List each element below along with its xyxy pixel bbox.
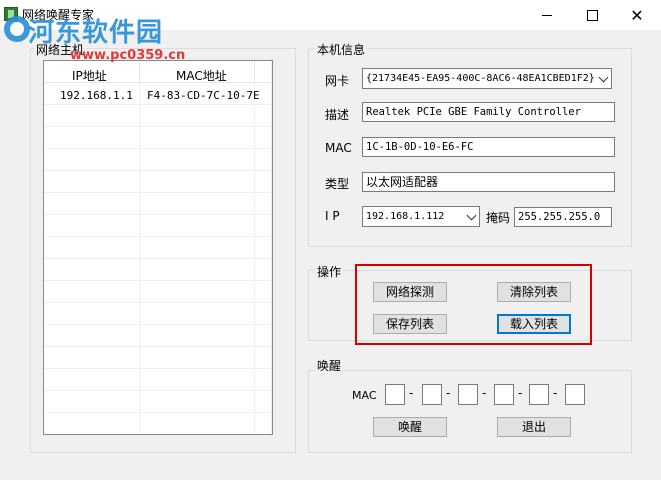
grid-cell [44,259,140,281]
grid-cell [140,171,255,193]
mac-separator: - [482,386,487,400]
mac-field[interactable]: 1C-1B-0D-10-E6-FC [362,137,615,157]
chevron-down-icon [466,210,477,221]
grid-cell [255,347,272,369]
ip-value: 192.168.1.112 [366,211,445,222]
grid-cell [255,171,272,193]
mac-octet-2-input[interactable] [422,384,442,405]
grid-cell [44,369,140,391]
mac-separator: - [409,386,414,400]
grid-cell [140,347,255,369]
grid-cell [44,237,140,259]
mask-label: 掩码 [486,211,511,225]
mac-octet-6-input[interactable] [565,384,585,405]
exit-button[interactable]: 退出 [497,417,571,437]
mac-octet-4-input[interactable] [494,384,514,405]
grid-cell [255,369,272,391]
column-mac-label: MAC地址 [176,69,227,83]
desc-label: 描述 [325,108,350,122]
grid-cell [140,413,255,434]
grid-cell [255,215,272,237]
ip-select[interactable]: 192.168.1.112 [362,206,480,227]
grid-cell [44,171,140,193]
wake-button[interactable]: 唤醒 [373,417,447,437]
grid-cell [140,369,255,391]
mac-octet-5-input[interactable] [529,384,549,405]
grid-cell [140,391,255,413]
close-button[interactable]: ✕ [614,0,660,30]
grid-cell [44,193,140,215]
grid-cell [44,215,140,237]
grid-cell [140,259,255,281]
grid-cell [140,281,255,303]
wake-legend: 唤醒 [315,357,344,374]
mac-label: MAC [325,141,352,155]
mac-octet-1-input[interactable] [385,384,405,405]
column-header-blank [255,61,272,83]
maximize-icon [586,9,598,21]
minimize-button[interactable] [524,0,570,30]
grid-cell [44,347,140,369]
grid-cell [255,127,272,149]
grid-cell [255,413,272,434]
nic-select[interactable]: {21734E45-EA95-400C-8AC6-48EA1CBED1F2} [362,68,612,89]
grid-cell [140,237,255,259]
grid-cell [255,391,272,413]
grid-cell [44,413,140,434]
minimize-icon [542,14,552,16]
grid-cell [140,303,255,325]
chevron-down-icon [598,72,609,83]
mac-separator: - [446,386,451,400]
grid-cell [255,193,272,215]
wake-group [308,370,632,453]
hosts-list[interactable]: IP地址 MAC地址 192.168.1.1 F4-83-CD-7C-10-7E [43,60,273,435]
grid-cell [140,215,255,237]
grid-cell [255,325,272,347]
column-ip-label: IP地址 [72,69,107,83]
operations-legend: 操作 [315,263,344,280]
desc-field[interactable]: Realtek PCIe GBE Family Controller [362,102,615,122]
local-info-legend: 本机信息 [315,41,368,58]
grid-cell [140,127,255,149]
grid-cell [255,237,272,259]
grid-cell [44,281,140,303]
grid-cell [255,259,272,281]
mask-field[interactable]: 255.255.255.0 [514,207,612,227]
type-label: 类型 [325,177,350,191]
grid-cell [255,303,272,325]
type-field[interactable]: 以太网适配器 [362,172,615,192]
grid-cell [44,127,140,149]
grid-cell [255,149,272,171]
grid-cell [140,105,255,127]
watermark-text: 河东软件园 [28,18,164,48]
grid-cell [44,391,140,413]
grid-cell [255,105,272,127]
highlight-frame [355,264,592,345]
nic-value: {21734E45-EA95-400C-8AC6-48EA1CBED1F2} [366,73,595,84]
watermark-url: www.pc0359.cn [70,48,186,63]
ip-label: I P [325,209,340,223]
row-mac[interactable]: F4-83-CD-7C-10-7E [147,89,260,102]
mac-separator: - [553,386,558,400]
row-ip[interactable]: 192.168.1.1 [60,89,133,102]
watermark-logo [4,16,30,42]
mac-separator: - [518,386,523,400]
grid-cell [140,193,255,215]
close-icon: ✕ [630,5,644,25]
grid-cell [44,105,140,127]
mac-octet-3-input[interactable] [458,384,478,405]
hosts-grid [44,61,272,434]
grid-cell [255,281,272,303]
grid-cell [140,149,255,171]
grid-cell [140,325,255,347]
grid-cell [44,149,140,171]
wake-mac-label: MAC [352,389,377,402]
maximize-button[interactable] [569,0,615,30]
grid-cell [44,325,140,347]
nic-label: 网卡 [325,74,350,88]
grid-cell [44,303,140,325]
